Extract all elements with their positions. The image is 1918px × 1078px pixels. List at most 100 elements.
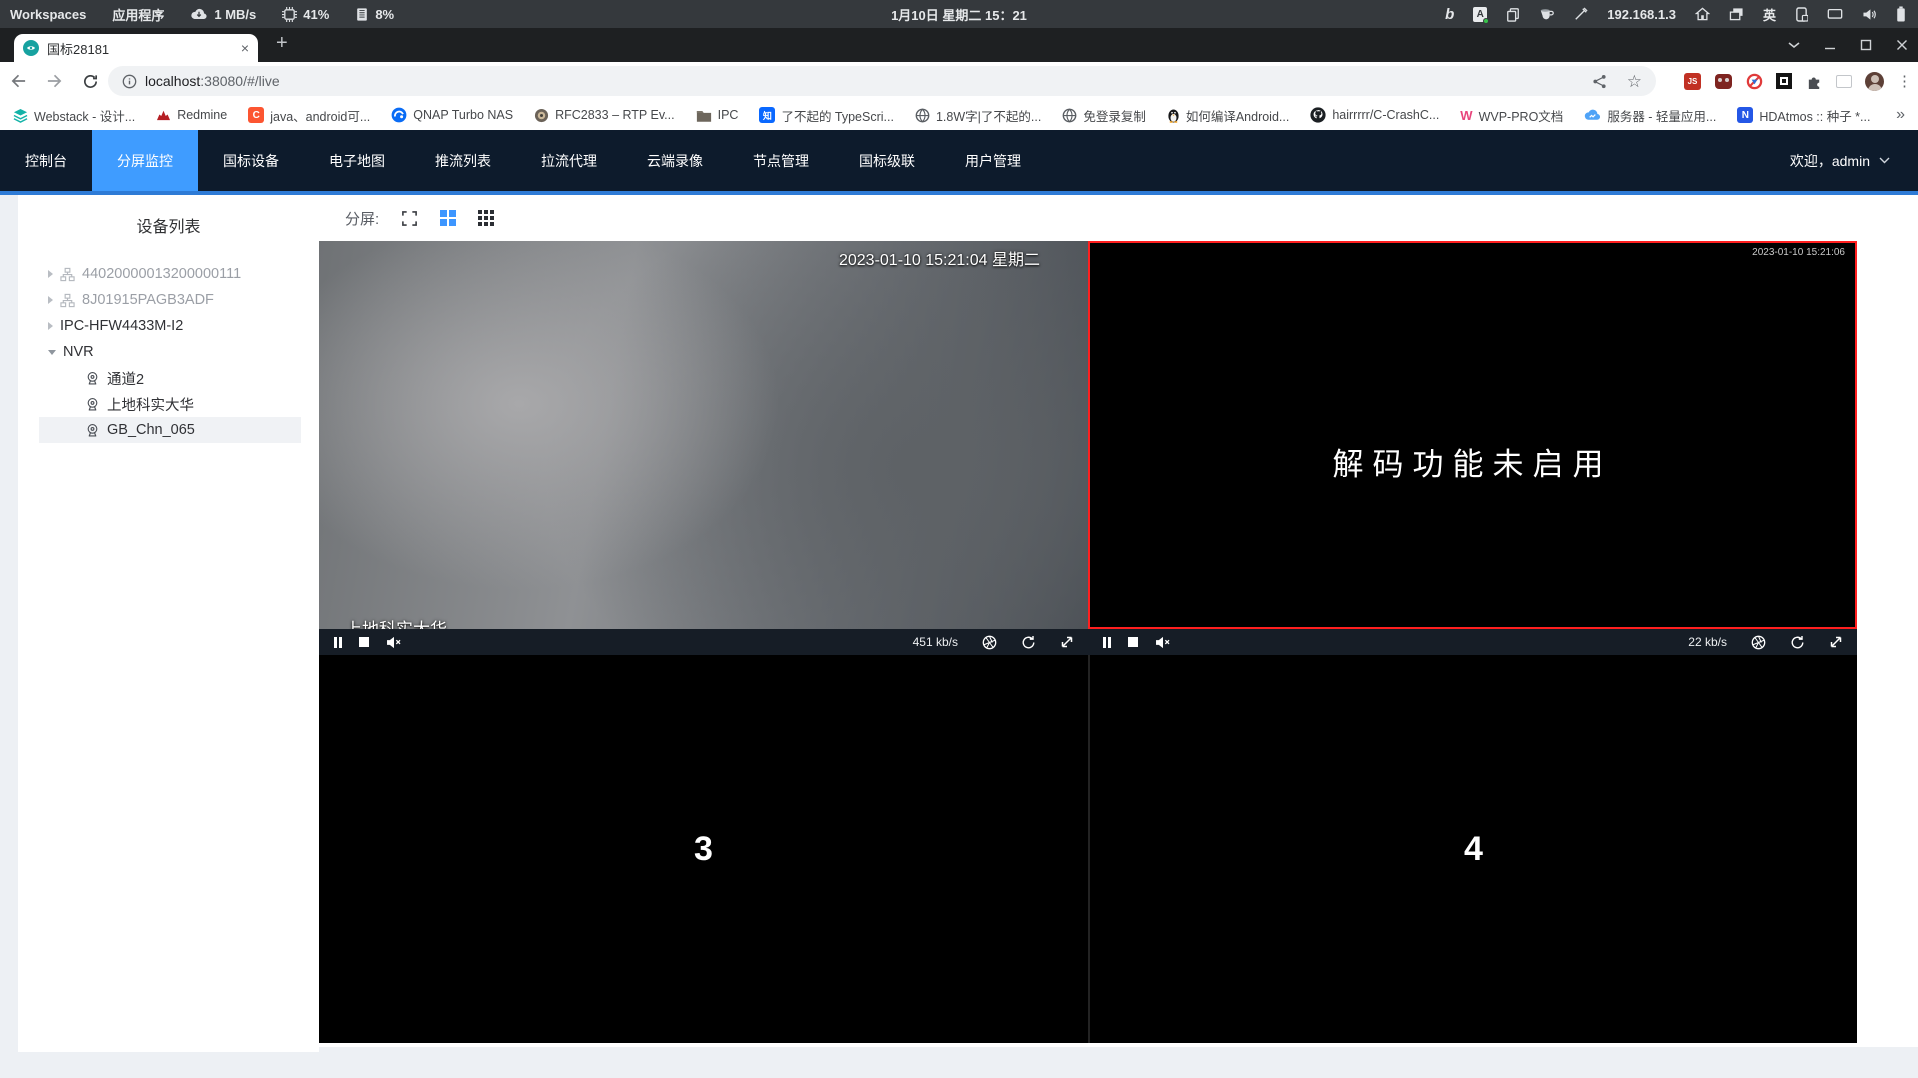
caret-right-icon[interactable]	[48, 296, 53, 304]
applications-button[interactable]: 应用程序	[112, 5, 164, 24]
url-bar[interactable]: localhost:38080/#/live ☆	[108, 66, 1656, 96]
nav-tab-user-manage[interactable]: 用户管理	[940, 130, 1046, 191]
bookmark-hdatmos[interactable]: N HDAtmos :: 种子 *...	[1737, 106, 1870, 125]
tree-node-device[interactable]: IPC-HFW4433M-I2	[39, 313, 301, 339]
back-icon[interactable]	[10, 73, 27, 89]
caret-right-icon[interactable]	[48, 270, 53, 278]
phone-link-tray-icon[interactable]	[1795, 6, 1808, 22]
bing-tray-icon[interactable]: b	[1445, 6, 1454, 23]
browser-menu-icon[interactable]: ⋮	[1897, 72, 1912, 90]
adblock-extension-icon[interactable]	[1745, 72, 1763, 90]
bookmark-github[interactable]: hairrrrr/C-CrashC...	[1310, 107, 1439, 123]
new-tab-button[interactable]: +	[276, 32, 288, 55]
mask-extension-icon[interactable]	[1714, 72, 1732, 90]
stop-icon[interactable]	[1128, 637, 1138, 647]
nav-tab-map[interactable]: 电子地图	[304, 130, 410, 191]
home-tray-icon[interactable]	[1694, 7, 1710, 21]
mute-icon[interactable]	[1155, 636, 1171, 649]
caret-down-icon[interactable]	[48, 349, 56, 355]
bookmarks-overflow-icon[interactable]: »	[1896, 106, 1905, 124]
nav-tab-split-monitor[interactable]: 分屏监控	[92, 130, 198, 191]
caret-right-icon[interactable]	[48, 322, 53, 330]
notes-tray-icon[interactable]: A	[1473, 6, 1490, 24]
tab-close-icon[interactable]: ×	[241, 41, 249, 55]
nav-tab-gb-devices[interactable]: 国标设备	[198, 130, 304, 191]
tree-node-device-expanded[interactable]: NVR	[39, 339, 301, 365]
bookmark-ipc-folder[interactable]: IPC	[696, 108, 738, 122]
stop-icon[interactable]	[359, 637, 369, 647]
ip-address[interactable]: 192.168.1.3	[1607, 7, 1676, 22]
bookmark-rfc[interactable]: RFC2833 – RTP Ev...	[534, 108, 675, 123]
nav-tab-gb-cascade[interactable]: 国标级联	[834, 130, 940, 191]
split-2x2-icon[interactable]	[440, 210, 457, 226]
player-3-empty[interactable]: 3	[319, 655, 1088, 1043]
browser-tab[interactable]: 国标28181 ×	[14, 34, 258, 62]
split-3x3-icon[interactable]	[478, 210, 495, 226]
bookmark-copy-free[interactable]: 免登录复制	[1062, 106, 1146, 125]
js-extension-icon[interactable]: JS	[1684, 72, 1701, 90]
tree-node-device[interactable]: 44020000013200000111	[39, 261, 301, 287]
user-menu[interactable]: 欢迎，admin	[1790, 130, 1918, 191]
nav-tab-node-manage[interactable]: 节点管理	[728, 130, 834, 191]
volume-tray-icon[interactable]	[1862, 8, 1877, 21]
nav-tab-push-list[interactable]: 推流列表	[410, 130, 516, 191]
net-speed-indicator[interactable]: 1 MB/s	[190, 7, 256, 22]
reader-extension-icon[interactable]	[1836, 74, 1852, 88]
expand-icon[interactable]	[1060, 635, 1074, 649]
bookmark-qnap[interactable]: QNAP Turbo NAS	[391, 107, 513, 123]
tree-node-channel[interactable]: 上地科实大华	[39, 391, 301, 417]
puzzle-extensions-icon[interactable]	[1805, 72, 1823, 90]
bookmark-redmine[interactable]: Redmine	[156, 108, 227, 122]
bookmark-zhihu[interactable]: 知 了不起的 TypeScri...	[759, 106, 894, 125]
refresh-icon[interactable]	[1790, 635, 1805, 650]
video-grid: 2023-01-10 15:21:04 星期二 上地科实大华 451 kb/s	[319, 241, 1857, 1043]
pipette-tray-icon[interactable]	[1574, 7, 1588, 21]
bookmark-cloud-server[interactable]: 服务器 - 轻量应用...	[1584, 106, 1716, 125]
memory-indicator[interactable]: 8%	[355, 7, 394, 22]
window-maximize-icon[interactable]	[1860, 39, 1872, 51]
bookmark-webstack[interactable]: Webstack - 设计...	[13, 106, 135, 125]
mute-icon[interactable]	[386, 636, 402, 649]
display-tray-icon[interactable]	[1827, 8, 1843, 21]
player-4-empty[interactable]: 4	[1088, 655, 1857, 1043]
nav-tab-pull-proxy[interactable]: 拉流代理	[516, 130, 622, 191]
battery-tray-icon[interactable]	[1896, 6, 1906, 22]
wvp-icon: W	[1460, 107, 1473, 123]
site-info-icon[interactable]	[122, 74, 137, 89]
fullscreen-icon[interactable]	[401, 210, 418, 227]
aperture-icon[interactable]	[1751, 635, 1766, 650]
forward-icon[interactable]	[46, 73, 63, 89]
clock[interactable]: 1月10日 星期二 15：21	[891, 5, 1027, 24]
tree-node-device[interactable]: 8J01915PAGB3ADF	[39, 287, 301, 313]
bookmark-wvp-docs[interactable]: W WVP-PRO文档	[1460, 106, 1563, 125]
hdatmos-icon: N	[1737, 107, 1754, 123]
workspaces-button[interactable]: Workspaces	[10, 7, 86, 22]
tab-search-chevron-icon[interactable]	[1788, 41, 1800, 49]
pause-icon[interactable]	[334, 636, 342, 648]
player-1-video[interactable]: 2023-01-10 15:21:04 星期二 上地科实大华	[319, 241, 1088, 629]
screenshot-extension-icon[interactable]	[1776, 73, 1792, 89]
aperture-icon[interactable]	[982, 635, 997, 650]
ime-indicator[interactable]: 英	[1763, 5, 1776, 24]
tree-node-channel-selected[interactable]: GB_Chn_065	[39, 417, 301, 443]
nav-tab-cloud-record[interactable]: 云端录像	[622, 130, 728, 191]
layers-tray-icon[interactable]	[1729, 7, 1744, 21]
window-minimize-icon[interactable]	[1824, 39, 1836, 51]
share-icon[interactable]	[1592, 74, 1607, 89]
bookmark-csdn[interactable]: C java、android可...	[248, 106, 370, 125]
pause-icon[interactable]	[1103, 636, 1111, 648]
clipboard-tray-icon[interactable]	[1506, 7, 1520, 22]
tree-node-channel[interactable]: 通道2	[39, 365, 301, 391]
profile-avatar[interactable]	[1865, 71, 1884, 91]
bookmark-android-build[interactable]: 如何编译Android...	[1167, 106, 1289, 125]
reload-icon[interactable]	[82, 73, 99, 90]
window-close-icon[interactable]	[1896, 39, 1908, 51]
bookmark-typescript-article[interactable]: 1.8W字|了不起的...	[915, 106, 1041, 125]
bookmark-star-icon[interactable]: ☆	[1627, 73, 1642, 90]
cpu-indicator[interactable]: 41%	[282, 6, 329, 22]
player-2-video-selected[interactable]: 2023-01-10 15:21:06 解码功能未启用	[1088, 241, 1857, 629]
coffee-tray-icon[interactable]	[1539, 7, 1555, 21]
nav-tab-console[interactable]: 控制台	[0, 130, 92, 191]
expand-icon[interactable]	[1829, 635, 1843, 649]
refresh-icon[interactable]	[1021, 635, 1036, 650]
